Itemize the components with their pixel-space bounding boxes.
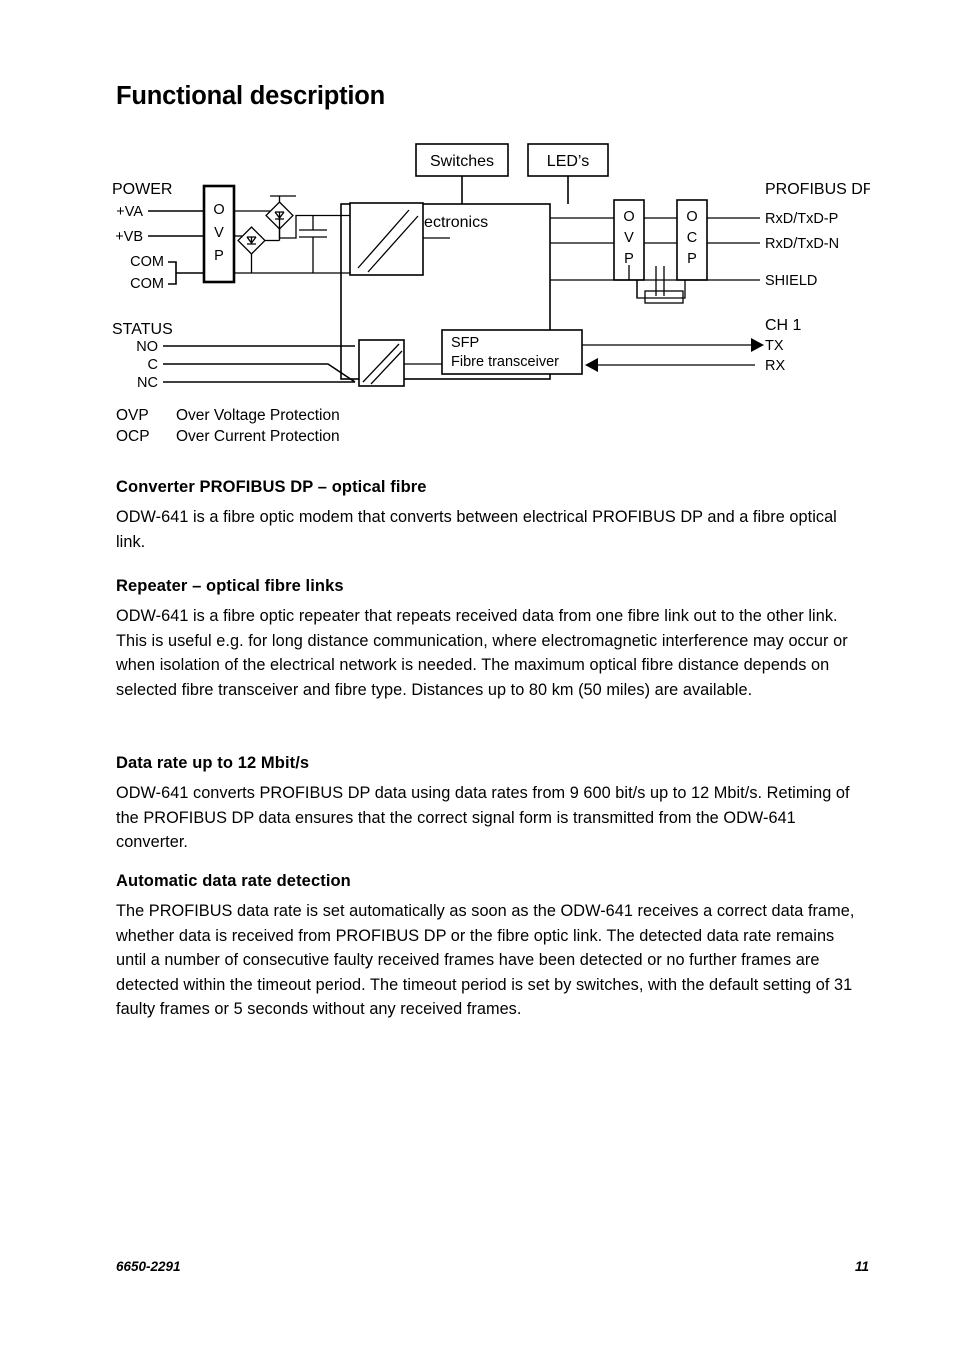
input-capacitor [299, 215, 327, 273]
shield-rc-loop [636, 280, 686, 299]
section-data-rate: Data rate up to 12 Mbit/s ODW-641 conver… [116, 754, 868, 855]
legend-row: OCP Over Current Protection [116, 426, 340, 447]
diagram-legend: OVP Over Voltage Protection OCP Over Curre… [116, 405, 340, 447]
power-lead-com-bridge [168, 261, 177, 285]
power-terminal-vb-label: +VB [115, 229, 143, 245]
profibus-terminal-p-label: RxD/TxD-P [765, 211, 838, 227]
profibus-group-label: PROFIBUS DP [765, 181, 870, 198]
dcdc-isolation-block [349, 202, 424, 276]
sfp-box-label-line2: Fibre transceiver [451, 354, 559, 370]
section-body: ODW-641 is a fibre optic repeater that r… [116, 607, 848, 699]
ovp-bus-letter-v: V [624, 230, 634, 246]
channel-terminal-rx-label: RX [765, 358, 785, 374]
switches-box-label: Switches [430, 153, 494, 170]
block-diagram: Switches LED’s Internal Electronics POWE… [110, 138, 870, 403]
ovp-power-letter-o: O [213, 202, 224, 218]
legend-meaning-ocp: Over Current Protection [176, 428, 340, 445]
tx-arrow [582, 338, 764, 352]
tvs-diode-lower [237, 226, 266, 255]
section-heading: Data rate up to 12 Mbit/s [116, 754, 310, 772]
channel-terminal-tx-label: TX [765, 338, 784, 354]
status-group-label: STATUS [112, 321, 173, 338]
ocp-letter-o: O [686, 209, 697, 225]
legend-abbr-ocp: OCP [116, 428, 150, 445]
profibus-terminal-shield-label: SHIELD [765, 273, 817, 289]
sfp-box-label-line1: SFP [451, 335, 479, 351]
section-body: The PROFIBUS data rate is set automatica… [116, 902, 855, 1019]
channel-group-label: CH 1 [765, 317, 802, 334]
section-repeater: Repeater – optical fibre links ODW-641 i… [116, 577, 868, 702]
ocp-letter-p: P [687, 251, 697, 267]
section-heading: Converter PROFIBUS DP – optical fibre [116, 478, 427, 496]
footer-page-number: 11 [854, 1259, 869, 1274]
ovp-power-letter-v: V [214, 225, 224, 241]
ovp-power-letter-p: P [214, 248, 224, 264]
ocp-letter-c: C [687, 230, 697, 246]
relay-isolation-block [358, 339, 405, 387]
status-terminal-nc-label: NC [137, 375, 158, 391]
power-terminal-com1-label: COM [130, 254, 164, 270]
ovp-bus-letter-p: P [624, 251, 634, 267]
leds-box-label: LED’s [547, 153, 589, 170]
power-group-label: POWER [112, 181, 172, 198]
rx-arrow [585, 358, 755, 372]
legend-row: OVP Over Voltage Protection [116, 405, 340, 426]
section-heading: Repeater – optical fibre links [116, 577, 344, 595]
legend-abbr-ovp: OVP [116, 407, 149, 424]
section-automatic-data-rate-detection: Automatic data rate detection The PROFIB… [116, 872, 868, 1022]
power-terminal-com2-label: COM [130, 276, 164, 292]
page-title: Functional description [116, 82, 386, 110]
power-terminal-va-label: +VA [116, 204, 143, 220]
status-lead-c [163, 363, 356, 383]
status-terminal-no-label: NO [136, 339, 158, 355]
footer-document-number: 6650-2291 [116, 1259, 181, 1274]
document-page: Functional description Switches LED’s In… [0, 0, 954, 1354]
section-body: ODW-641 is a fibre optic modem that conv… [116, 508, 837, 551]
legend-meaning-ovp: Over Voltage Protection [176, 407, 340, 424]
status-terminal-c-label: C [148, 357, 158, 373]
section-converter: Converter PROFIBUS DP – optical fibre OD… [116, 478, 868, 554]
section-body: ODW-641 converts PROFIBUS DP data using … [116, 784, 850, 852]
profibus-terminal-n-label: RxD/TxD-N [765, 236, 839, 252]
ovp-bus-letter-o: O [623, 209, 634, 225]
section-heading: Automatic data rate detection [116, 872, 351, 890]
